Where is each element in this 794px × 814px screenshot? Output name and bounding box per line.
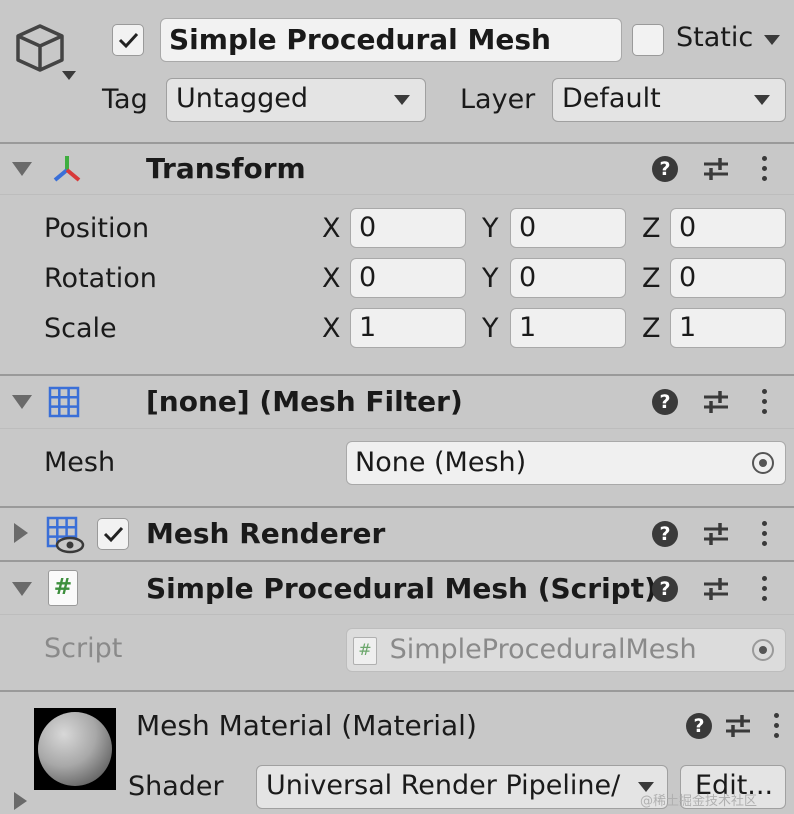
rotation-y-field[interactable]: 0: [510, 258, 626, 298]
script-component-title[interactable]: Simple Procedural Mesh (Script): [146, 572, 657, 605]
rotation-x-label[interactable]: X: [322, 263, 341, 294]
script-foldout-arrow[interactable]: [12, 582, 32, 596]
divider: [0, 614, 794, 615]
divider: [0, 690, 794, 692]
scale-y-field[interactable]: 1: [510, 308, 626, 348]
grid-eye-icon: [46, 516, 85, 554]
divider: [0, 194, 794, 195]
script-label: Script: [44, 633, 123, 664]
static-label[interactable]: Static: [676, 22, 753, 53]
help-icon[interactable]: ?: [652, 576, 678, 602]
script-hash-glyph: #: [53, 575, 73, 600]
mesh-renderer-foldout-arrow[interactable]: [14, 523, 28, 543]
kebab-menu-icon[interactable]: [762, 576, 768, 606]
active-checkbox[interactable]: [112, 24, 144, 56]
divider: [0, 506, 794, 508]
transform-title[interactable]: Transform: [146, 152, 306, 185]
kebab-menu-icon[interactable]: [774, 713, 780, 743]
kebab-menu-icon[interactable]: [762, 389, 768, 419]
tag-dropdown-arrow: [394, 95, 410, 105]
script-hash-icon: #: [48, 570, 78, 606]
static-checkbox[interactable]: [632, 24, 664, 56]
icon-dropdown-arrow[interactable]: [62, 71, 76, 80]
target-icon[interactable]: [752, 452, 774, 474]
layer-label: Layer: [460, 84, 536, 115]
position-x-label[interactable]: X: [322, 213, 341, 244]
script-field-hash-icon: #: [353, 636, 377, 665]
help-icon[interactable]: ?: [686, 713, 712, 739]
layer-dropdown[interactable]: Default: [552, 78, 786, 122]
scale-z-field[interactable]: 1: [670, 308, 786, 348]
presets-sliders-icon[interactable]: [724, 711, 752, 741]
scale-x-field[interactable]: 1: [350, 308, 466, 348]
position-x-field[interactable]: 0: [350, 208, 466, 248]
scale-x-label[interactable]: X: [322, 313, 341, 344]
transform-axes-icon: [53, 156, 81, 182]
material-title[interactable]: Mesh Material (Material): [136, 709, 477, 742]
position-z-field[interactable]: 0: [670, 208, 786, 248]
mesh-filter-title[interactable]: [none] (Mesh Filter): [146, 385, 463, 418]
cube-icon[interactable]: [12, 22, 68, 74]
static-dropdown-arrow[interactable]: [764, 35, 780, 45]
scale-y-label[interactable]: Y: [482, 313, 499, 344]
checkmark-icon: [103, 526, 124, 543]
layer-value: Default: [562, 83, 661, 114]
divider: [0, 560, 794, 562]
rotation-y-label[interactable]: Y: [482, 263, 499, 294]
help-icon[interactable]: ?: [652, 156, 678, 182]
shader-value: Universal Render Pipeline/: [266, 770, 621, 801]
grid-icon: [48, 386, 80, 418]
target-icon: [752, 639, 774, 661]
position-z-label[interactable]: Z: [642, 213, 661, 244]
presets-sliders-icon[interactable]: [702, 519, 730, 549]
script-value: SimpleProceduralMesh: [389, 634, 697, 665]
mesh-renderer-title[interactable]: Mesh Renderer: [146, 517, 385, 550]
transform-foldout-arrow[interactable]: [12, 162, 32, 176]
mesh-value: None (Mesh): [355, 447, 527, 478]
kebab-menu-icon[interactable]: [762, 156, 768, 186]
kebab-menu-icon[interactable]: [762, 521, 768, 551]
rotation-x-field[interactable]: 0: [350, 258, 466, 298]
material-preview-sphere: [34, 708, 116, 790]
mesh-renderer-enabled-checkbox[interactable]: [97, 518, 129, 550]
material-foldout-arrow[interactable]: [14, 792, 27, 810]
mesh-object-field[interactable]: None (Mesh): [346, 441, 786, 485]
rotation-label: Rotation: [44, 263, 157, 294]
help-icon[interactable]: ?: [652, 521, 678, 547]
position-y-label[interactable]: Y: [482, 213, 499, 244]
position-y-field[interactable]: 0: [510, 208, 626, 248]
divider: [0, 142, 794, 144]
divider: [0, 374, 794, 376]
presets-sliders-icon[interactable]: [702, 574, 730, 604]
scale-z-label[interactable]: Z: [642, 313, 661, 344]
shader-label: Shader: [128, 771, 224, 802]
divider: [0, 428, 794, 429]
presets-sliders-icon[interactable]: [702, 387, 730, 417]
scale-label: Scale: [44, 313, 117, 344]
mesh-label: Mesh: [44, 447, 116, 478]
position-label: Position: [44, 213, 150, 244]
layer-dropdown-arrow: [754, 95, 770, 105]
mesh-filter-foldout-arrow[interactable]: [12, 395, 32, 409]
watermark: @稀土掘金技术社区: [640, 794, 758, 809]
object-name-input[interactable]: Simple Procedural Mesh: [160, 18, 622, 62]
rotation-z-field[interactable]: 0: [670, 258, 786, 298]
presets-sliders-icon[interactable]: [702, 154, 730, 184]
help-icon[interactable]: ?: [652, 389, 678, 415]
sphere: [38, 712, 112, 786]
checkmark-icon: [118, 32, 139, 49]
tag-label: Tag: [102, 84, 148, 115]
shader-dropdown[interactable]: Universal Render Pipeline/: [256, 765, 668, 809]
tag-value: Untagged: [176, 83, 309, 114]
script-object-field: # SimpleProceduralMesh: [346, 628, 786, 672]
rotation-z-label[interactable]: Z: [642, 263, 661, 294]
tag-dropdown[interactable]: Untagged: [166, 78, 426, 122]
